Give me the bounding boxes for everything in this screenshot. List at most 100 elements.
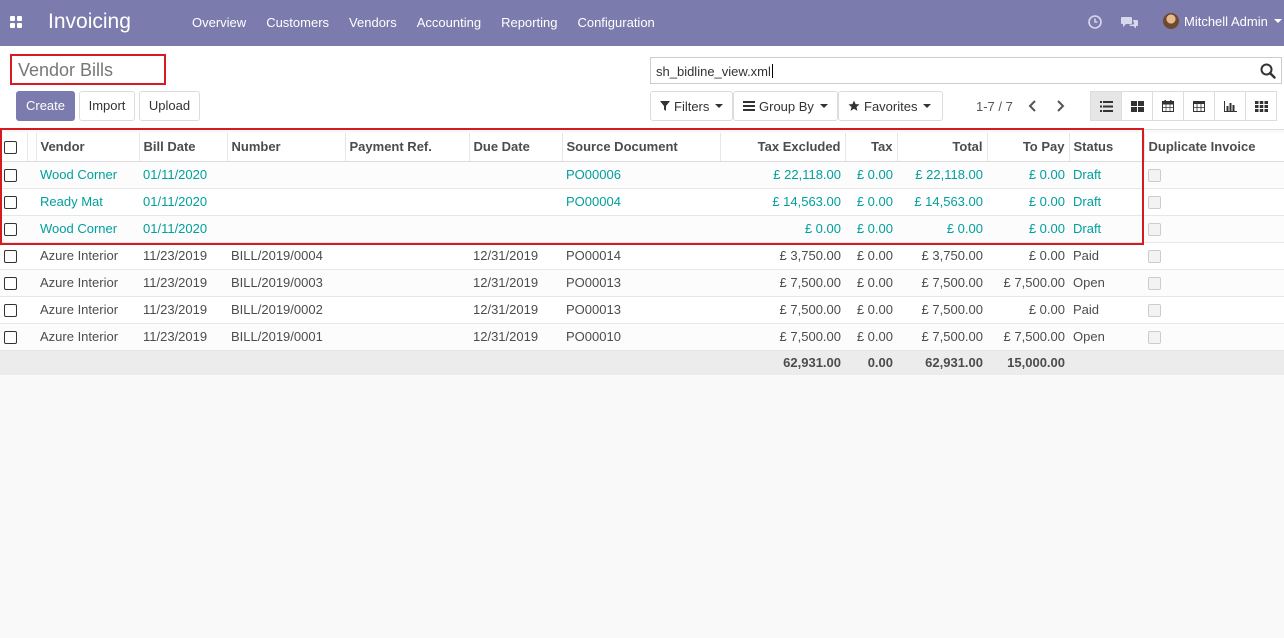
total-tax-excluded: 62,931.00: [720, 350, 845, 375]
due-date-cell: [469, 161, 562, 189]
duplicate-invoice-checkbox: [1148, 304, 1161, 318]
table-row[interactable]: Azure Interior 11/23/2019 BILL/2019/0002…: [0, 296, 1284, 324]
create-button[interactable]: Create: [16, 91, 75, 121]
list-view-icon: [1099, 100, 1113, 112]
column-header-tax[interactable]: Tax: [844, 133, 897, 162]
row-checkbox[interactable]: [4, 250, 17, 264]
menu-configuration[interactable]: Configuration: [567, 0, 664, 46]
column-header-tax-excluded[interactable]: Tax Excluded: [719, 133, 845, 162]
graph-view-button[interactable]: [1214, 91, 1246, 121]
status-cell: Draft: [1069, 215, 1144, 243]
clock-icon[interactable]: [1087, 14, 1103, 30]
kanban-view-button[interactable]: [1121, 91, 1153, 121]
apps-grid-icon[interactable]: [10, 16, 23, 29]
row-checkbox[interactable]: [4, 169, 17, 183]
chat-icon[interactable]: [1121, 14, 1139, 30]
chevron-left-icon[interactable]: [1026, 98, 1040, 114]
table-row[interactable]: Wood Corner 01/11/2020 £ 0.00 £ 0.00 £ 0…: [0, 215, 1284, 243]
tax-excluded-cell: £ 22,118.00: [720, 161, 845, 189]
number-cell: [227, 215, 345, 243]
column-header-bill-date[interactable]: Bill Date: [138, 133, 227, 162]
table-row[interactable]: Azure Interior 11/23/2019 BILL/2019/0004…: [0, 242, 1284, 270]
row-checkbox[interactable]: [4, 331, 17, 345]
calendar-icon: [1162, 100, 1174, 112]
source-document-cell: PO00013: [562, 296, 720, 324]
to-pay-cell: £ 0.00: [987, 215, 1069, 243]
row-checkbox[interactable]: [4, 196, 17, 210]
list-view-button[interactable]: [1090, 91, 1122, 121]
status-cell: Draft: [1069, 188, 1144, 216]
favorites-dropdown[interactable]: Favorites: [838, 91, 943, 121]
menu-accounting[interactable]: Accounting: [407, 0, 491, 46]
column-header-vendor[interactable]: Vendor: [35, 133, 139, 162]
total-total: 62,931.00: [897, 350, 987, 375]
total-cell: £ 7,500.00: [897, 323, 987, 351]
vendor-cell: Azure Interior: [36, 269, 139, 297]
app-brand: Invoicing: [48, 10, 131, 33]
total-cell: £ 7,500.00: [897, 269, 987, 297]
column-header-duplicate-invoice[interactable]: Duplicate Invoice: [1143, 133, 1284, 162]
menu-customers[interactable]: Customers: [256, 0, 339, 46]
column-header-number[interactable]: Number: [226, 133, 345, 162]
calendar-view-button[interactable]: [1152, 91, 1184, 121]
select-all-checkbox[interactable]: [4, 141, 17, 155]
menu-reporting[interactable]: Reporting: [491, 0, 567, 46]
tax-excluded-cell: £ 14,563.00: [720, 188, 845, 216]
to-pay-cell: £ 0.00: [987, 188, 1069, 216]
chevron-right-icon[interactable]: [1053, 98, 1067, 114]
column-header-to-pay[interactable]: To Pay: [986, 133, 1069, 162]
tax-excluded-cell: £ 7,500.00: [720, 296, 845, 324]
to-pay-cell: £ 7,500.00: [987, 269, 1069, 297]
table-row[interactable]: Azure Interior 11/23/2019 BILL/2019/0003…: [0, 269, 1284, 297]
menu-overview[interactable]: Overview: [182, 0, 256, 46]
list-icon: [743, 101, 755, 111]
bill-date-cell: 01/11/2020: [139, 161, 227, 189]
tax-cell: £ 0.00: [845, 296, 897, 324]
duplicate-invoice-checkbox: [1148, 223, 1161, 237]
filters-label: Filters: [674, 98, 710, 114]
search-icon[interactable]: [1260, 63, 1276, 79]
table-header-row: Vendor Bill Date Number Payment Ref. Due…: [0, 133, 1284, 162]
column-header-due-date[interactable]: Due Date: [468, 133, 562, 162]
select-all-cell: [0, 133, 27, 162]
payment-ref-cell: [345, 296, 469, 324]
user-menu[interactable]: Mitchell Admin: [1163, 13, 1282, 29]
breadcrumb: Vendor Bills: [10, 54, 166, 85]
column-header-payment-ref[interactable]: Payment Ref.: [344, 133, 469, 162]
tax-excluded-cell: £ 3,750.00: [720, 242, 845, 270]
bar-chart-icon: [1223, 100, 1237, 112]
tax-excluded-cell: £ 7,500.00: [720, 323, 845, 351]
search-input[interactable]: sh_bidline_view.xml: [650, 57, 1282, 84]
group-by-dropdown[interactable]: Group By: [733, 91, 838, 121]
bill-date-cell: 11/23/2019: [139, 269, 227, 297]
bill-date-cell: 01/11/2020: [139, 215, 227, 243]
table-row[interactable]: Wood Corner 01/11/2020 PO00006 £ 22,118.…: [0, 161, 1284, 189]
filters-dropdown[interactable]: Filters: [650, 91, 733, 121]
import-button[interactable]: Import: [79, 91, 135, 121]
pager-value[interactable]: 1-7 / 7: [976, 99, 1013, 114]
menu-vendors[interactable]: Vendors: [339, 0, 407, 46]
table-row[interactable]: Azure Interior 11/23/2019 BILL/2019/0001…: [0, 323, 1284, 351]
chevron-down-icon: [1273, 19, 1282, 23]
table-row[interactable]: Ready Mat 01/11/2020 PO00004 £ 14,563.00…: [0, 188, 1284, 216]
column-header-total[interactable]: Total: [896, 133, 987, 162]
chevron-down-icon: [715, 104, 724, 108]
total-cell: £ 22,118.00: [897, 161, 987, 189]
due-date-cell: 12/31/2019: [469, 269, 562, 297]
row-checkbox[interactable]: [4, 277, 17, 291]
upload-button[interactable]: Upload: [139, 91, 200, 121]
favorites-label: Favorites: [864, 98, 918, 114]
column-header-source-document[interactable]: Source Document: [561, 133, 720, 162]
total-cell: £ 7,500.00: [897, 296, 987, 324]
row-checkbox[interactable]: [4, 304, 17, 318]
search-value: sh_bidline_view.xml: [656, 64, 771, 79]
table-icon: [1193, 100, 1205, 112]
grid-view-button[interactable]: [1245, 91, 1277, 121]
duplicate-invoice-checkbox: [1148, 277, 1161, 291]
column-header-status[interactable]: Status: [1068, 133, 1144, 162]
row-checkbox[interactable]: [4, 223, 17, 237]
status-cell: Paid: [1069, 296, 1144, 324]
tax-cell: £ 0.00: [845, 188, 897, 216]
pivot-view-button[interactable]: [1183, 91, 1215, 121]
avatar: [1163, 13, 1179, 29]
